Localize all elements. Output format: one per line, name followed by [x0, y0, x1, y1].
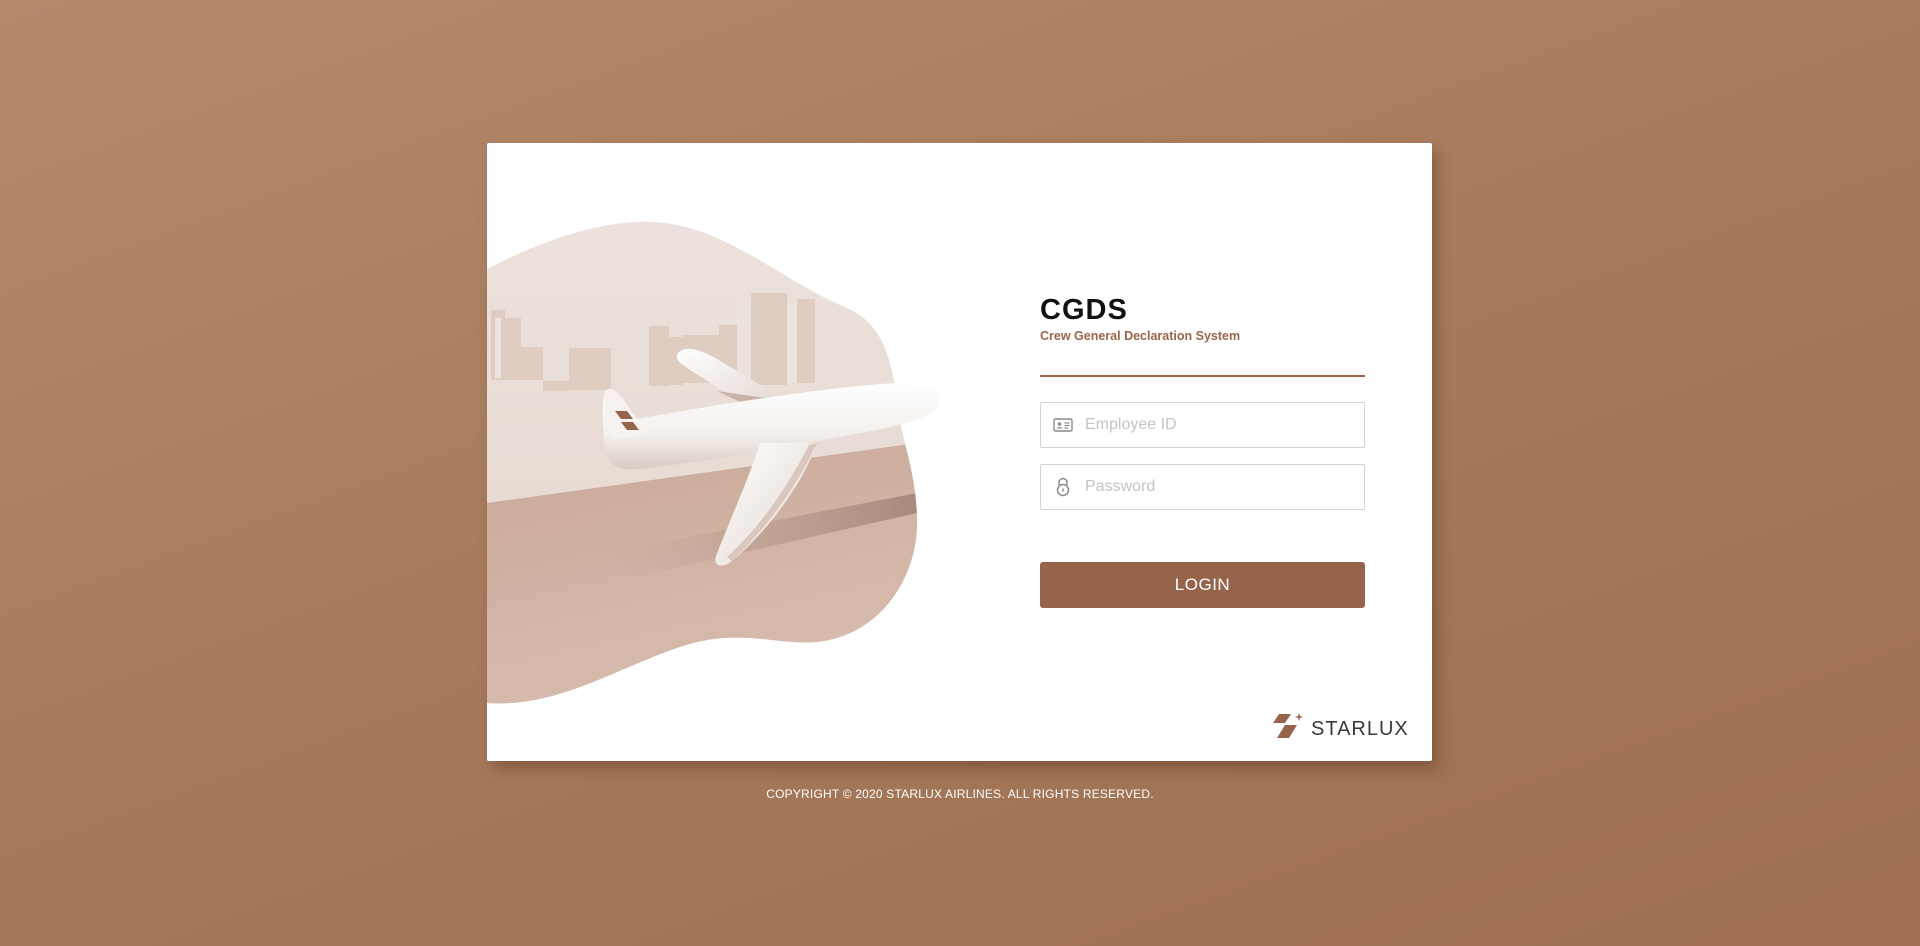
- employee-id-field[interactable]: [1040, 402, 1365, 448]
- app-code-title: CGDS: [1040, 294, 1128, 326]
- starlux-logo: STARLUX: [1273, 712, 1409, 740]
- login-card: CGDS Crew General Declaration System Emp…: [487, 143, 1432, 761]
- starlux-wordmark: STARLUX: [1311, 718, 1409, 740]
- starlux-logo-icon: [1273, 713, 1303, 738]
- airplane-illustration: [487, 221, 941, 704]
- lock-icon: [1041, 465, 1085, 509]
- employee-id-input[interactable]: [1085, 405, 1364, 445]
- title-divider: [1040, 375, 1365, 377]
- app-name-subtitle: Crew General Declaration System: [1040, 329, 1241, 343]
- brand-header: CGDS Crew General Declaration System: [1040, 295, 1365, 343]
- copyright-text: COPYRIGHT © 2020 STARLUX AIRLINES. ALL R…: [766, 787, 1154, 801]
- id-card-icon: [1041, 403, 1085, 447]
- password-field[interactable]: [1040, 464, 1365, 510]
- login-button[interactable]: LOGIN: [1040, 562, 1365, 608]
- password-input[interactable]: [1085, 467, 1364, 507]
